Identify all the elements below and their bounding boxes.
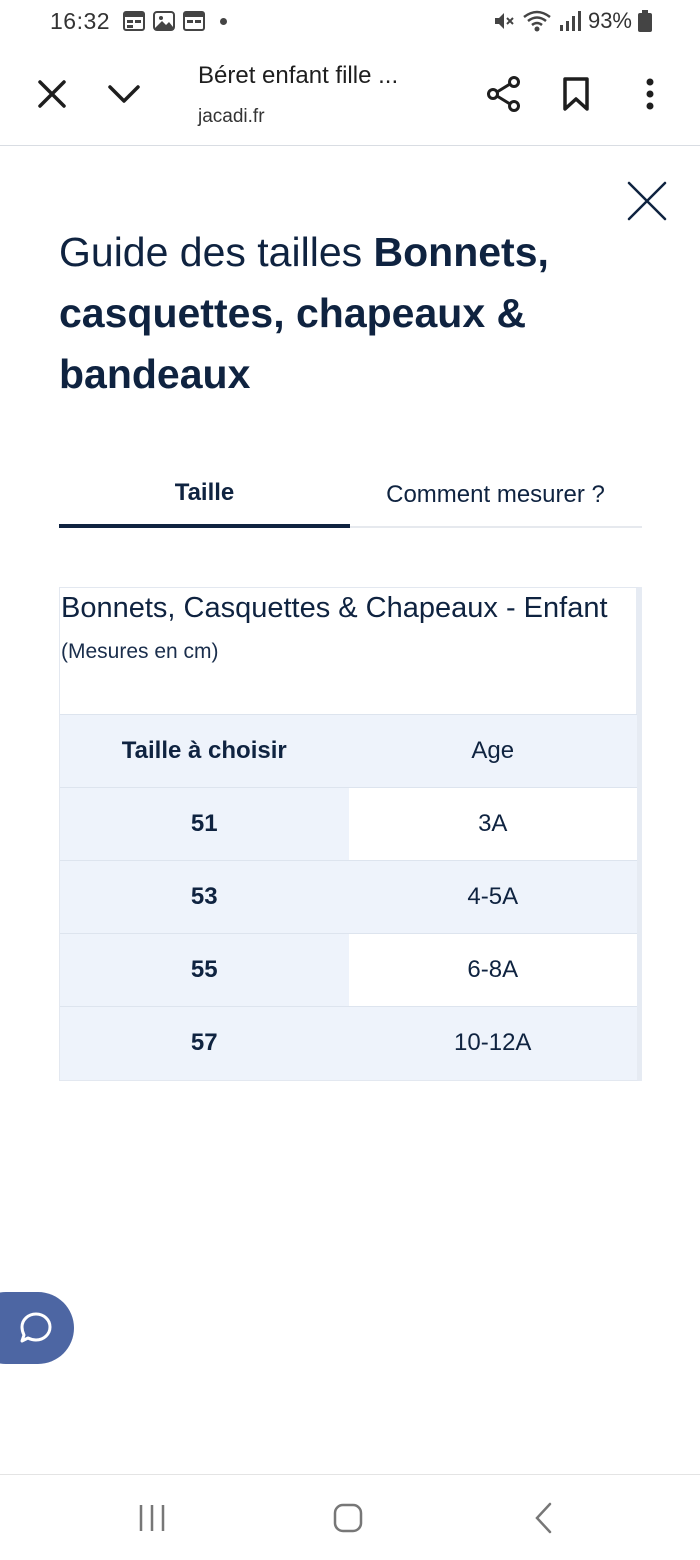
signal-icon bbox=[559, 11, 581, 31]
recent-apps-icon bbox=[139, 1505, 165, 1531]
column-header-age: Age bbox=[348, 714, 637, 788]
page-title[interactable]: Béret enfant fille ... bbox=[198, 62, 398, 90]
status-bar: 16:32 93% bbox=[0, 0, 700, 44]
chat-bubble-icon bbox=[20, 1312, 52, 1343]
table-header-row: Taille à choisir Age bbox=[60, 714, 637, 788]
table-subtitle: (Mesures en cm) bbox=[61, 640, 219, 663]
table-row: 51 3A bbox=[60, 787, 637, 861]
home-button[interactable] bbox=[318, 1497, 378, 1539]
size-cell: 53 bbox=[60, 860, 349, 934]
more-options-button[interactable] bbox=[624, 68, 676, 120]
age-cell: 4-5A bbox=[348, 860, 637, 934]
page-url[interactable]: jacadi.fr bbox=[198, 106, 265, 128]
calendar-icon bbox=[183, 11, 205, 31]
size-guide-title: Guide des tailles Bonnets, casquettes, c… bbox=[59, 222, 639, 405]
browser-toolbar: Béret enfant fille ... jacadi.fr bbox=[0, 44, 700, 146]
notification-icons bbox=[122, 10, 227, 32]
close-icon bbox=[38, 80, 66, 108]
home-icon bbox=[333, 1503, 363, 1533]
share-button[interactable] bbox=[478, 68, 530, 120]
wifi-icon bbox=[523, 10, 551, 32]
system-navigation-bar bbox=[0, 1474, 700, 1560]
table-row: 55 6-8A bbox=[60, 933, 637, 1007]
close-icon bbox=[627, 181, 667, 221]
age-cell: 3A bbox=[348, 787, 637, 861]
back-button[interactable] bbox=[514, 1497, 574, 1539]
tab-how-to-measure[interactable]: Comment mesurer ? bbox=[350, 462, 641, 528]
system-icons: 93% bbox=[492, 8, 652, 34]
column-header-size: Taille à choisir bbox=[60, 714, 349, 788]
battery-percentage: 93% bbox=[587, 8, 632, 33]
table-title: Bonnets, Casquettes & Chapeaux - Enfant bbox=[61, 592, 608, 624]
share-icon bbox=[487, 76, 520, 112]
minimize-button[interactable] bbox=[98, 68, 150, 120]
bookmark-icon bbox=[563, 77, 589, 111]
more-vertical-icon bbox=[646, 78, 654, 110]
age-cell: 6-8A bbox=[348, 933, 637, 1007]
chat-button[interactable] bbox=[0, 1292, 74, 1364]
title-light-text: Guide des tailles bbox=[59, 229, 374, 275]
battery-icon bbox=[638, 10, 652, 32]
bookmark-button[interactable] bbox=[550, 68, 602, 120]
calendar-icon bbox=[123, 11, 145, 31]
more-notifications-dot bbox=[220, 17, 227, 25]
status-time: 16:32 bbox=[50, 8, 111, 34]
age-cell: 10-12A bbox=[348, 1006, 637, 1080]
size-cell: 55 bbox=[60, 933, 349, 1007]
table-row: 53 4-5A bbox=[60, 860, 637, 934]
back-icon bbox=[535, 1502, 552, 1534]
mute-icon bbox=[494, 13, 514, 29]
table-row: 57 10-12A bbox=[60, 1006, 637, 1080]
tab-size[interactable]: Taille bbox=[59, 462, 350, 528]
modal-close-button[interactable] bbox=[624, 178, 670, 224]
guide-tabs: Taille Comment mesurer ? bbox=[59, 462, 642, 528]
size-cell: 57 bbox=[60, 1006, 349, 1080]
chevron-down-icon bbox=[108, 85, 140, 103]
close-tab-button[interactable] bbox=[26, 68, 78, 120]
size-cell: 51 bbox=[60, 787, 349, 861]
size-table: Taille à choisir Age 51 3A 53 4-5A 55 6-… bbox=[60, 714, 637, 1080]
gallery-icon bbox=[153, 11, 175, 31]
size-table-card: Bonnets, Casquettes & Chapeaux - Enfant … bbox=[59, 587, 642, 1081]
recent-apps-button[interactable] bbox=[122, 1497, 182, 1539]
